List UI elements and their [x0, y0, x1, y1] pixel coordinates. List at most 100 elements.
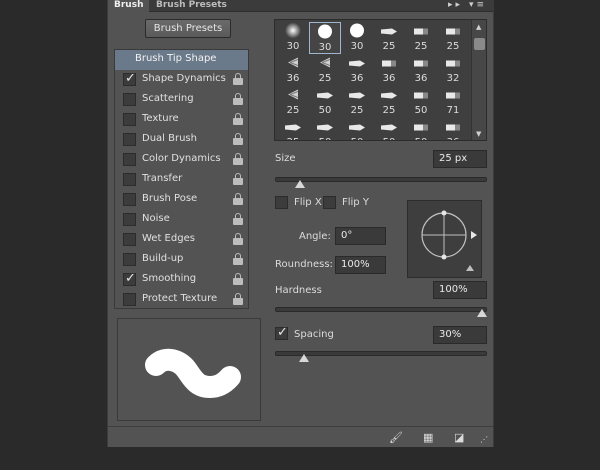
lock-icon[interactable]	[233, 253, 243, 265]
option-row[interactable]: Brush Pose	[115, 190, 248, 210]
brush-tip-size: 25	[350, 105, 364, 116]
brush-tip-cell[interactable]: 25	[309, 54, 341, 86]
resize-grip-icon[interactable]: ⋰	[480, 435, 488, 444]
brush-tip-cell[interactable]: 50	[309, 118, 341, 140]
brush-grid-icon[interactable]: ▦	[423, 431, 433, 444]
brush-tip-cell[interactable]: 50	[341, 118, 373, 140]
option-row[interactable]: Wet Edges	[115, 230, 248, 250]
option-checkbox[interactable]: ✓	[123, 71, 136, 86]
lock-icon[interactable]	[233, 73, 243, 85]
brush-tip-cell[interactable]: 30	[277, 22, 309, 54]
option-row[interactable]: Color Dynamics	[115, 150, 248, 170]
brush-tip-cell[interactable]: 32	[437, 54, 469, 86]
brush-tip-cell[interactable]: 25	[341, 86, 373, 118]
option-checkbox[interactable]	[123, 193, 136, 206]
hardness-slider-thumb[interactable]	[477, 309, 487, 317]
brush-tip-size: 50	[373, 137, 405, 140]
brush-tip-cell[interactable]: 25	[437, 22, 469, 54]
brush-tip-cell[interactable]: 36	[341, 54, 373, 86]
lock-icon[interactable]	[233, 153, 243, 165]
brush-tip-icon	[318, 57, 332, 72]
option-checkbox[interactable]	[123, 173, 136, 186]
grid-scrollbar[interactable]: ▲ ▼	[471, 20, 486, 140]
spacing-slider-thumb[interactable]	[299, 354, 310, 362]
spacing-checkbox[interactable]: ✓	[275, 325, 288, 340]
toggle-live-tip-icon[interactable]: 🖌	[389, 431, 403, 444]
option-brush-tip-shape[interactable]: Brush Tip Shape	[115, 50, 248, 70]
lock-icon[interactable]	[233, 273, 243, 285]
brush-tip-cell[interactable]: 50	[373, 118, 405, 140]
option-row[interactable]: Dual Brush	[115, 130, 248, 150]
brush-tip-cell[interactable]: 50	[405, 86, 437, 118]
brush-tip-cell[interactable]: 36	[405, 54, 437, 86]
lock-icon[interactable]	[233, 133, 243, 145]
brush-tip-icon	[445, 26, 461, 39]
tab-brush[interactable]: Brush	[108, 0, 150, 12]
brush-tip-cell[interactable]: 50	[405, 118, 437, 140]
option-row[interactable]: Noise	[115, 210, 248, 230]
brush-tip-size: 36	[286, 73, 300, 84]
roundness-field[interactable]: 100%	[335, 256, 386, 274]
option-checkbox[interactable]	[123, 113, 136, 126]
brush-tip-cell[interactable]: 50	[309, 86, 341, 118]
option-row[interactable]: ✓ Smoothing	[115, 270, 248, 290]
option-row[interactable]: Texture	[115, 110, 248, 130]
option-row[interactable]: Scattering	[115, 90, 248, 110]
flip-y-checkbox[interactable]	[323, 196, 336, 209]
new-preset-icon[interactable]: ◪	[454, 431, 464, 444]
spacing-field[interactable]: 30%	[433, 326, 487, 344]
hardness-slider[interactable]	[275, 307, 487, 312]
scroll-up-icon[interactable]: ▲	[476, 23, 481, 31]
size-slider-thumb[interactable]	[295, 180, 306, 188]
tab-brush-presets[interactable]: Brush Presets	[150, 0, 233, 12]
brush-tip-cell[interactable]: 25	[373, 22, 405, 54]
lock-icon[interactable]	[233, 193, 243, 205]
brush-tip-cell[interactable]: 36	[277, 54, 309, 86]
lock-icon[interactable]	[233, 93, 243, 105]
brush-tip-cell[interactable]: 36	[373, 54, 405, 86]
option-row[interactable]: Protect Texture	[115, 290, 248, 310]
brush-presets-button[interactable]: Brush Presets	[145, 19, 231, 38]
scroll-down-icon[interactable]: ▼	[476, 130, 481, 138]
size-label: Size	[275, 153, 296, 164]
option-checkbox[interactable]	[123, 133, 136, 146]
option-checkbox[interactable]	[123, 293, 136, 306]
brush-tip-cell[interactable]: 25	[277, 118, 309, 140]
option-checkbox[interactable]	[123, 153, 136, 166]
brush-tip-cell[interactable]: 30	[309, 22, 341, 54]
lock-icon[interactable]	[233, 293, 243, 305]
option-checkbox[interactable]	[123, 93, 136, 106]
brush-tip-cell[interactable]: 30	[341, 22, 373, 54]
option-checkbox[interactable]	[123, 213, 136, 226]
hardness-field[interactable]: 100%	[433, 281, 487, 299]
brush-tip-cell[interactable]: 25	[277, 86, 309, 118]
option-checkbox[interactable]	[123, 253, 136, 266]
lock-icon[interactable]	[233, 213, 243, 225]
option-row[interactable]: Build-up	[115, 250, 248, 270]
brush-tip-cell[interactable]: 25	[373, 86, 405, 118]
flip-x-checkbox[interactable]	[275, 196, 288, 209]
brush-tip-cell[interactable]: 71	[437, 86, 469, 118]
brush-tip-cell[interactable]: 36	[437, 118, 469, 140]
panel-menu-icon[interactable]: ▾≡	[469, 0, 487, 10]
option-checkbox[interactable]	[123, 233, 136, 246]
stroke-preview-image	[145, 348, 241, 398]
brush-tip-size: 50	[309, 137, 341, 140]
option-row[interactable]: ✓ Shape Dynamics	[115, 70, 248, 90]
scroll-thumb[interactable]	[474, 38, 485, 50]
collapse-icon[interactable]: ▸▸	[448, 0, 463, 10]
brush-tip-icon	[286, 57, 300, 72]
option-checkbox[interactable]: ✓	[123, 271, 136, 286]
lock-icon[interactable]	[233, 233, 243, 245]
option-label: Brush Pose	[142, 193, 198, 204]
angle-field[interactable]: 0°	[335, 227, 386, 245]
size-field[interactable]: 25 px	[433, 150, 487, 168]
brush-tip-icon	[348, 122, 366, 135]
angle-roundness-widget[interactable]	[407, 200, 482, 278]
option-label: Brush Tip Shape	[135, 53, 217, 64]
size-slider[interactable]	[275, 177, 487, 182]
lock-icon[interactable]	[233, 113, 243, 125]
brush-tip-cell[interactable]: 25	[405, 22, 437, 54]
option-row[interactable]: Transfer	[115, 170, 248, 190]
lock-icon[interactable]	[233, 173, 243, 185]
